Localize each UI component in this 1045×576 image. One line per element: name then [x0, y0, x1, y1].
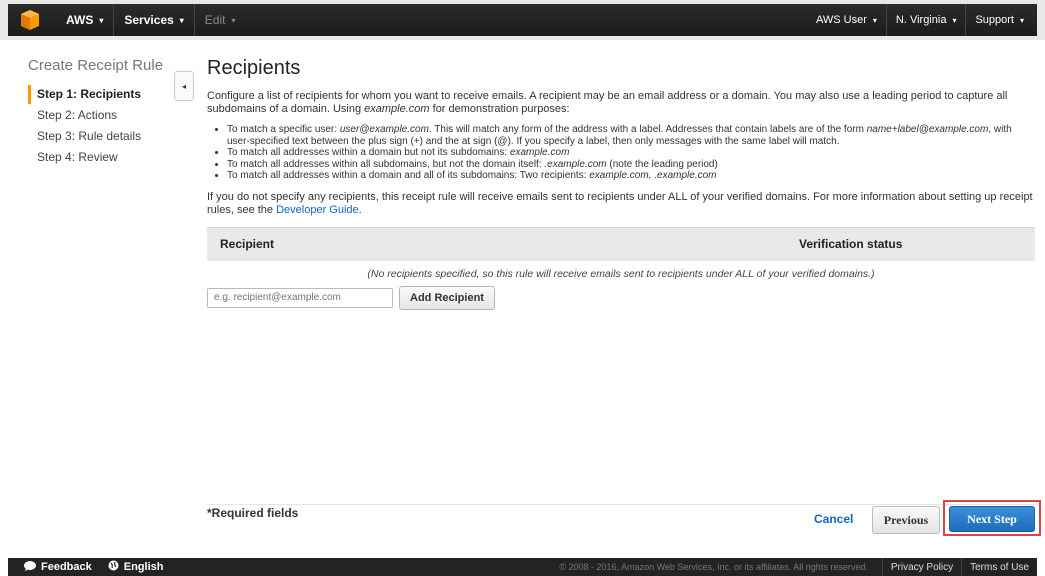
- step-recipients[interactable]: Step 1: Recipients: [28, 85, 178, 104]
- user-menu[interactable]: AWS User ▾: [807, 4, 886, 36]
- list-item: To match a specific user: user@example.c…: [227, 124, 1035, 147]
- top-navigation-bar: AWS ▾ Services ▾ Edit ▾ AWS User ▾ N. Vi…: [8, 4, 1037, 36]
- step-rule-details[interactable]: Step 3: Rule details: [28, 127, 178, 146]
- step-review[interactable]: Step 4: Review: [28, 148, 178, 167]
- rule-example: user@example.com: [339, 124, 429, 135]
- rule-text: To match all addresses within all subdom…: [227, 158, 545, 170]
- table-header: Recipient Verification status: [207, 226, 1035, 261]
- copyright-text: © 2008 - 2016, Amazon Web Services, Inc.…: [559, 562, 868, 572]
- list-item: To match all addresses within a domain a…: [227, 170, 1035, 182]
- rule-example: name+label@example.com: [866, 124, 989, 135]
- chevron-down-icon: ▾: [179, 15, 184, 25]
- rule-example: example.com: [509, 147, 570, 158]
- speech-bubble-icon: [24, 560, 36, 574]
- rule-text: (note the leading period): [606, 158, 718, 170]
- add-recipient-row: Add Recipient: [207, 285, 1035, 310]
- aws-cube-logo-icon[interactable]: [20, 9, 42, 31]
- matching-rules-list: To match a specific user: user@example.c…: [207, 124, 1035, 182]
- column-header-verification-status: Verification status: [799, 237, 903, 251]
- cancel-button[interactable]: Cancel: [814, 512, 853, 526]
- edit-menu[interactable]: Edit ▾: [195, 4, 246, 36]
- note-text: .: [358, 203, 362, 216]
- language-selector[interactable]: English: [108, 560, 164, 574]
- wizard-sidebar: Create Receipt Rule Step 1: Recipients S…: [28, 56, 178, 169]
- column-header-recipient: Recipient: [220, 237, 275, 251]
- chevron-left-icon: ◂: [181, 81, 186, 91]
- recipients-table: Recipient Verification status (No recipi…: [207, 226, 1035, 310]
- globe-icon: [108, 560, 119, 574]
- previous-button[interactable]: Previous: [872, 506, 940, 534]
- list-item: To match all addresses within a domain b…: [227, 147, 1035, 159]
- rule-text: . This will match any form of the addres…: [428, 124, 867, 135]
- region-menu-label: N. Virginia: [895, 14, 947, 26]
- edit-menu-label: Edit: [204, 13, 226, 27]
- chevron-down-icon: ▾: [952, 15, 957, 25]
- collapse-sidebar-button[interactable]: ◂: [174, 71, 194, 101]
- feedback-link[interactable]: Feedback: [24, 560, 92, 574]
- add-recipient-button[interactable]: Add Recipient: [399, 285, 495, 310]
- services-menu-label: Services: [124, 13, 174, 27]
- list-item: To match all addresses within all subdom…: [227, 159, 1035, 171]
- rule-example: example.com, .example.com: [589, 170, 717, 181]
- rule-text: To match all addresses within a domain a…: [227, 170, 590, 181]
- rule-text: To match a specific user:: [227, 124, 340, 135]
- step-actions[interactable]: Step 2: Actions: [28, 106, 178, 125]
- divider: [207, 504, 1035, 505]
- chevron-down-icon: ▾: [1019, 15, 1024, 25]
- aws-menu-label: AWS: [66, 13, 94, 27]
- intro-text-part: for demonstration purposes:: [429, 103, 570, 115]
- feedback-label: Feedback: [41, 561, 92, 573]
- console-footer: Feedback English © 2008 - 2016, Amazon W…: [8, 558, 1037, 576]
- developer-guide-link[interactable]: Developer Guide: [276, 204, 359, 216]
- empty-table-message: (No recipients specified, so this rule w…: [367, 267, 875, 280]
- intro-text-part: Configure a list of recipients for whom …: [207, 90, 1008, 115]
- required-fields-note: *Required fields: [207, 506, 299, 520]
- chevron-down-icon: ▾: [231, 15, 236, 25]
- page-title: Recipients: [207, 57, 301, 79]
- intro-example: example.com: [364, 103, 430, 115]
- support-menu[interactable]: Support ▾: [966, 4, 1033, 36]
- chevron-down-icon: ▾: [872, 15, 877, 25]
- chevron-down-icon: ▾: [99, 15, 104, 25]
- support-menu-label: Support: [975, 14, 1014, 26]
- aws-menu[interactable]: AWS ▾: [56, 4, 113, 36]
- services-menu[interactable]: Services ▾: [114, 4, 193, 36]
- wizard-title: Create Receipt Rule: [28, 57, 164, 74]
- intro-text: Configure a list of recipients for whom …: [207, 90, 1035, 116]
- main-content: Recipients Configure a list of recipient…: [207, 56, 1035, 310]
- rule-example: .example.com: [544, 158, 607, 170]
- no-recipients-note: If you do not specify any recipients, th…: [207, 191, 1035, 217]
- region-menu[interactable]: N. Virginia ▾: [887, 4, 966, 36]
- next-step-button[interactable]: Next Step: [949, 506, 1035, 532]
- privacy-policy-link[interactable]: Privacy Policy: [883, 562, 961, 573]
- terms-of-use-link[interactable]: Terms of Use: [962, 562, 1037, 573]
- user-menu-label: AWS User: [815, 14, 867, 26]
- recipient-input[interactable]: [207, 287, 393, 308]
- top-navigation: AWS ▾ Services ▾ Edit ▾ AWS User ▾ N. Vi…: [0, 0, 1045, 40]
- language-label: English: [123, 561, 164, 573]
- rule-text: To match all addresses within a domain b…: [227, 147, 510, 158]
